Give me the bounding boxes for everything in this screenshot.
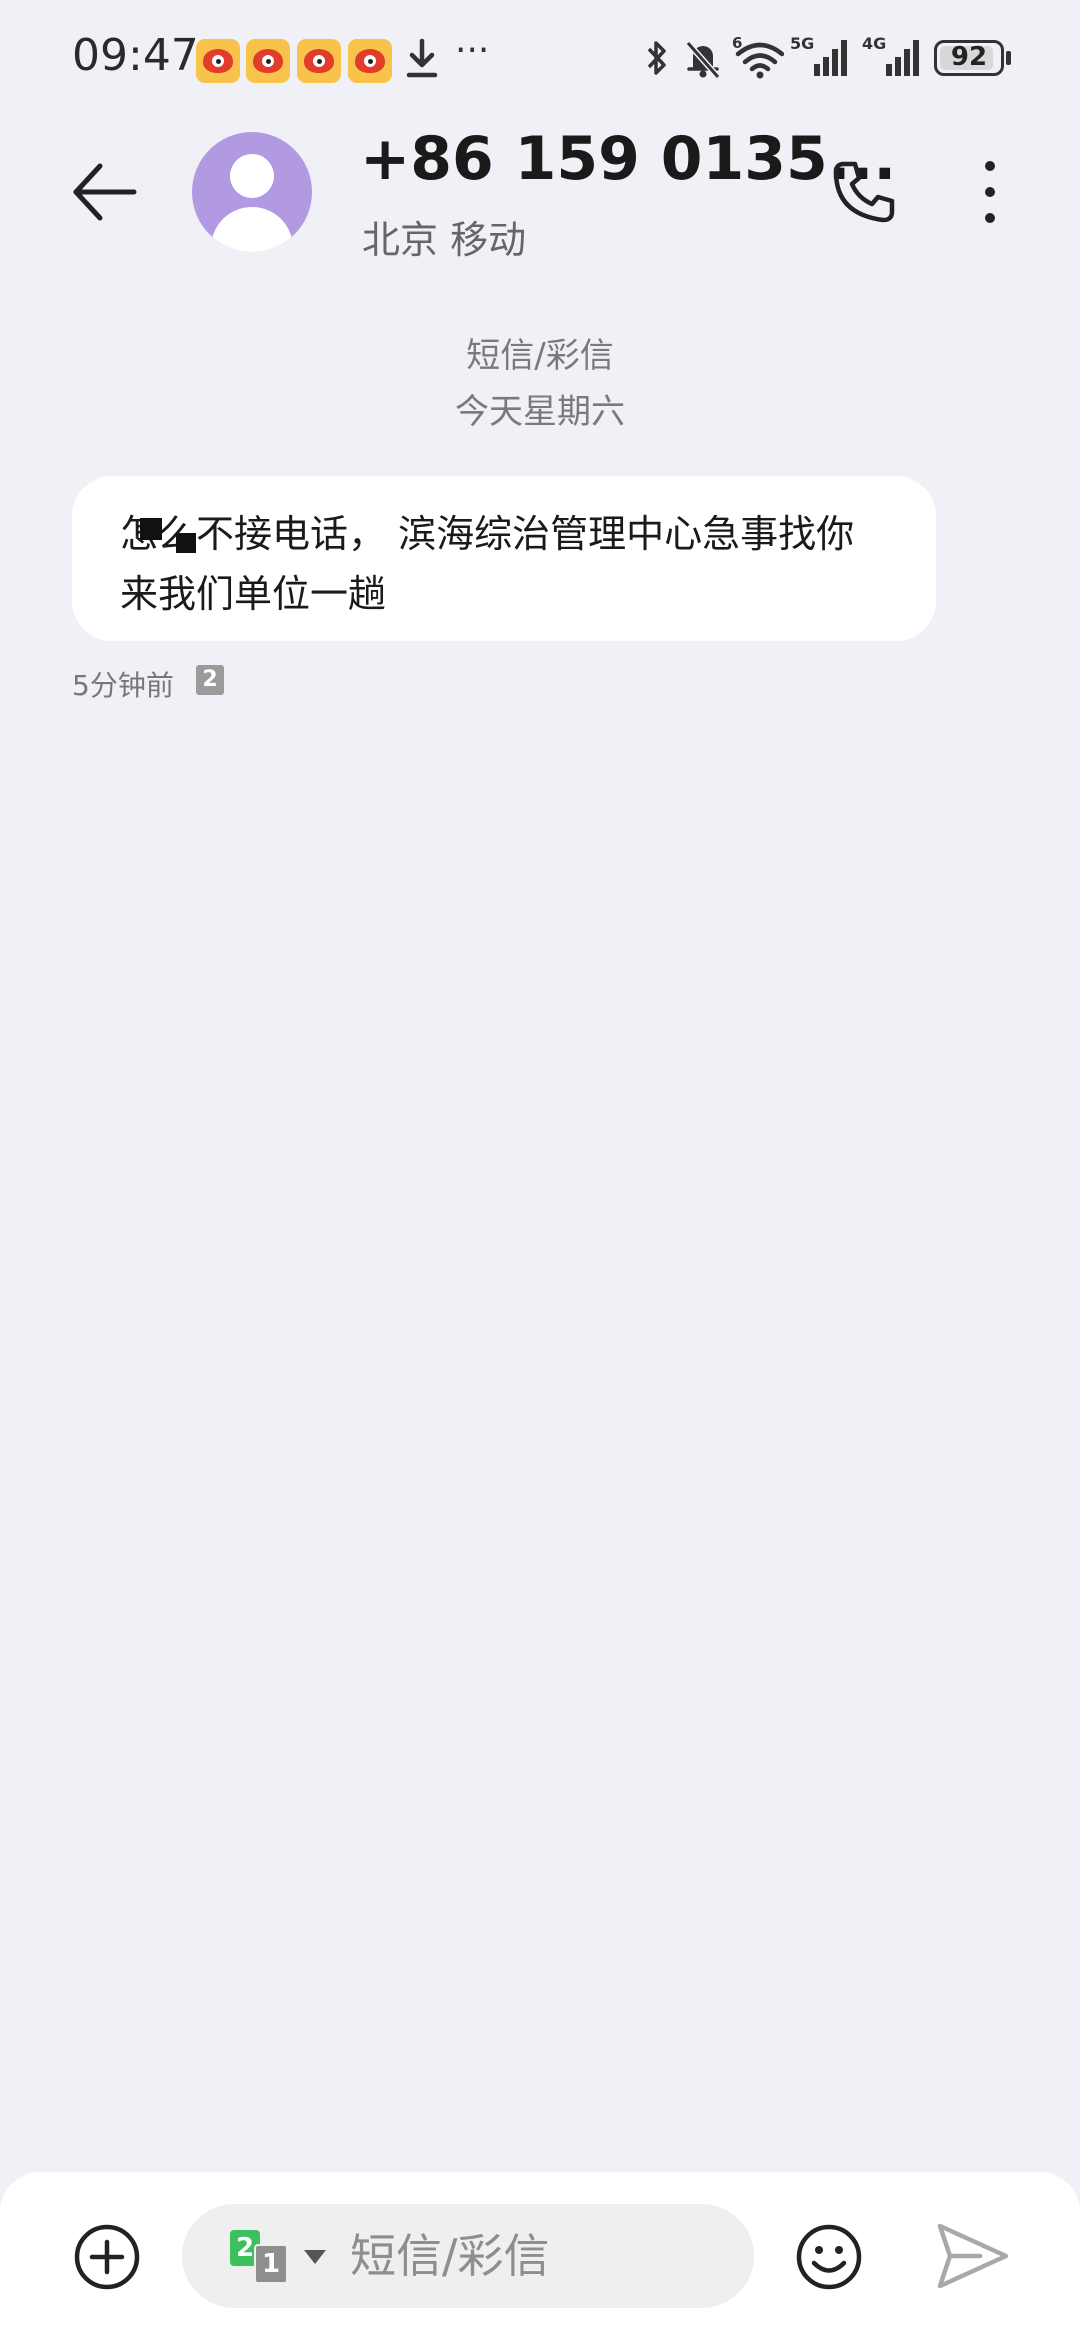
contact-name[interactable]: +86 159 0135... — [360, 124, 896, 194]
phone-icon — [833, 161, 895, 223]
sim-1-tag: 1 — [254, 2244, 288, 2284]
signal-4g-icon: 4G — [862, 34, 919, 76]
redaction-mark — [140, 518, 162, 540]
arrow-left-icon — [73, 163, 137, 221]
sim-badge: 2 — [196, 665, 224, 695]
bell-muted-icon — [685, 41, 721, 79]
message-type-label: 短信/彩信 — [466, 336, 614, 376]
chevron-down-icon — [304, 2250, 326, 2264]
sim-selector[interactable]: 2 1 — [230, 2228, 326, 2284]
plus-circle-icon — [74, 2224, 140, 2290]
weibo-icon — [297, 39, 341, 83]
person-icon-body — [211, 207, 293, 252]
contact-carrier: 北京 移动 — [362, 218, 527, 262]
date-divider: 今天星期六 — [455, 392, 625, 432]
send-button[interactable] — [934, 2218, 1012, 2294]
wifi-6-icon: 6 — [732, 36, 784, 79]
more-vertical-icon — [985, 161, 995, 223]
sim2-network-label: 4G — [862, 34, 886, 53]
message-timestamp: 5分钟前 — [72, 669, 174, 702]
wifi-generation-label: 6 — [732, 36, 742, 52]
redaction-mark — [176, 533, 196, 553]
signal-5g-icon: 5G — [790, 34, 847, 76]
contact-avatar[interactable] — [192, 132, 312, 252]
back-button[interactable] — [68, 156, 148, 228]
smiley-icon — [796, 2224, 862, 2290]
send-icon — [937, 2223, 1009, 2289]
weibo-icon — [196, 39, 240, 83]
message-bubble[interactable]: 怎么不接电话， 滨海综治管理中心急事找你 来我们单位一趟 — [72, 476, 936, 641]
status-time: 09:47 — [72, 30, 199, 81]
emoji-button[interactable] — [794, 2222, 864, 2292]
add-attachment-button[interactable] — [72, 2222, 142, 2292]
weibo-icon — [246, 39, 290, 83]
weibo-icon — [348, 39, 392, 83]
bluetooth-icon — [647, 41, 666, 75]
sim1-network-label: 5G — [790, 34, 814, 53]
more-options-button[interactable] — [960, 154, 1020, 234]
battery-indicator: 92 — [934, 40, 1004, 76]
message-text: 怎么不接电话， 滨海综治管理中心急事找你 来我们单位一趟 — [120, 512, 855, 616]
battery-cap — [1006, 51, 1011, 65]
download-icon — [406, 38, 438, 78]
message-input[interactable] — [350, 2226, 730, 2286]
person-icon — [230, 154, 274, 198]
battery-level: 92 — [950, 42, 988, 72]
call-button[interactable] — [828, 156, 900, 228]
more-icon: ··· — [455, 30, 490, 71]
